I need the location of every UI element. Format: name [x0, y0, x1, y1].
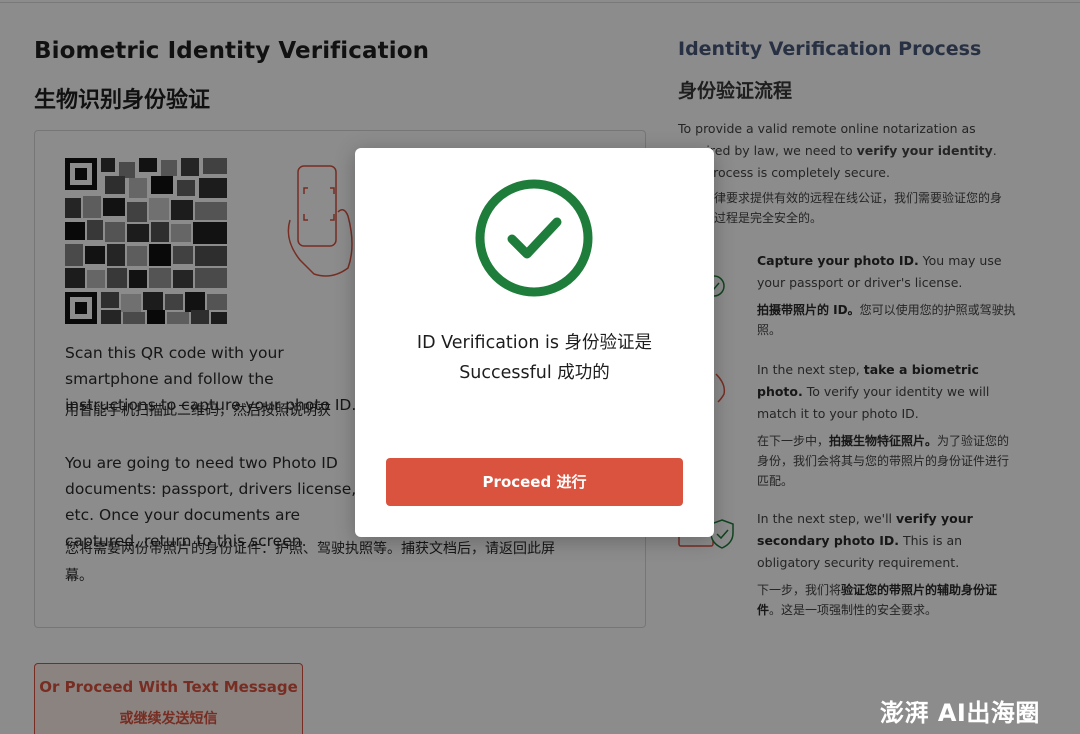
watermark-text: 澎湃 AI出海圈: [880, 699, 1040, 727]
success-message-line1: ID Verification is 身份验证是: [416, 333, 653, 353]
success-modal: ID Verification is 身份验证是 Successful 成功的 …: [355, 148, 714, 537]
check-circle-icon: [475, 179, 593, 297]
success-message-line2: Successful 成功的: [459, 363, 610, 383]
success-message: ID Verification is 身份验证是 Successful 成功的: [355, 328, 714, 388]
proceed-button[interactable]: Proceed 进行: [386, 458, 683, 506]
